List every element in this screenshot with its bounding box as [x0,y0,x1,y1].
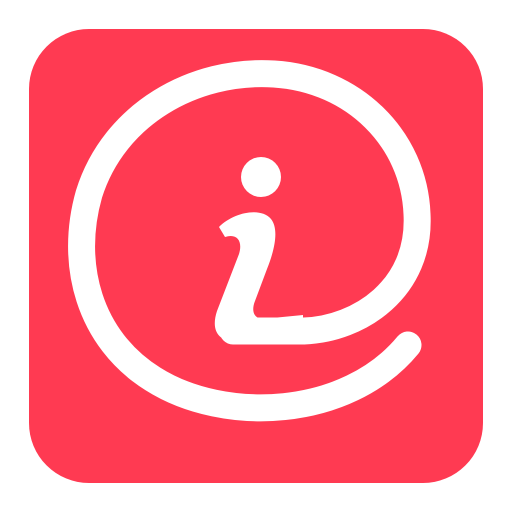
icon-canvas [0,0,512,512]
info-at-icon [29,29,483,483]
letter-i-dot [241,157,281,197]
app-icon[interactable] [29,29,483,483]
